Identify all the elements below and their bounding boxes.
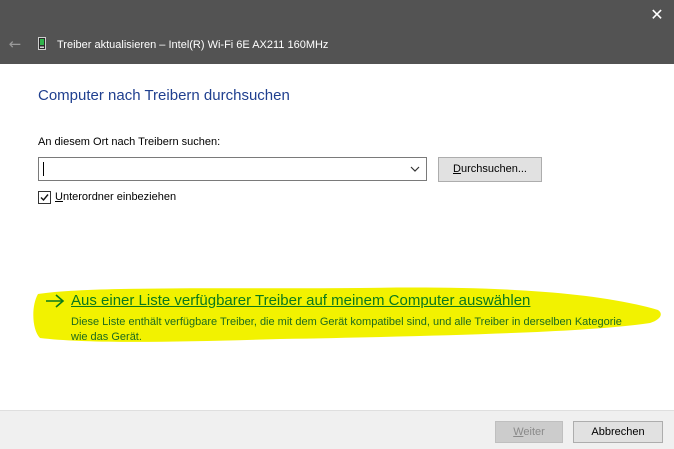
driver-path-input[interactable]	[46, 161, 396, 177]
text-caret	[43, 162, 44, 176]
include-subfolders-label[interactable]: Unterordner einbeziehen	[55, 191, 176, 204]
network-adapter-icon	[38, 37, 46, 50]
cancel-button[interactable]: Abbrechen	[573, 421, 663, 443]
browse-label: urchsuchen...	[460, 163, 527, 175]
pick-from-list-link[interactable]: Aus einer Liste verfügbarer Treiber auf …	[71, 292, 530, 310]
page-title: Computer nach Treibern durchsuchen	[38, 87, 290, 104]
driver-path-combobox[interactable]	[38, 157, 427, 181]
next-label: eiter	[523, 426, 545, 438]
browse-button[interactable]: Durchsuchen...	[438, 157, 542, 182]
back-arrow-icon[interactable]: ←	[6, 35, 24, 53]
window-title: Treiber aktualisieren – Intel(R) Wi-Fi 6…	[57, 39, 329, 51]
include-mnemonic: U	[55, 191, 63, 203]
next-button[interactable]: Weiter	[495, 421, 563, 443]
browse-mnemonic: D	[453, 163, 461, 175]
title-bar: ✕ ← Treiber aktualisieren – Intel(R) Wi-…	[0, 0, 674, 64]
include-subfolders-checkbox[interactable]	[38, 191, 51, 204]
path-label: An diesem Ort nach Treibern suchen:	[38, 136, 221, 148]
checkmark-icon	[40, 194, 49, 202]
close-icon[interactable]: ✕	[640, 0, 674, 30]
chevron-down-icon[interactable]	[407, 161, 423, 177]
arrow-right-icon	[46, 294, 65, 308]
include-label-text: nterordner einbeziehen	[62, 191, 177, 203]
pick-from-list-description: Diese Liste enthält verfügbare Treiber, …	[71, 316, 622, 343]
next-mnemonic: W	[513, 426, 524, 438]
